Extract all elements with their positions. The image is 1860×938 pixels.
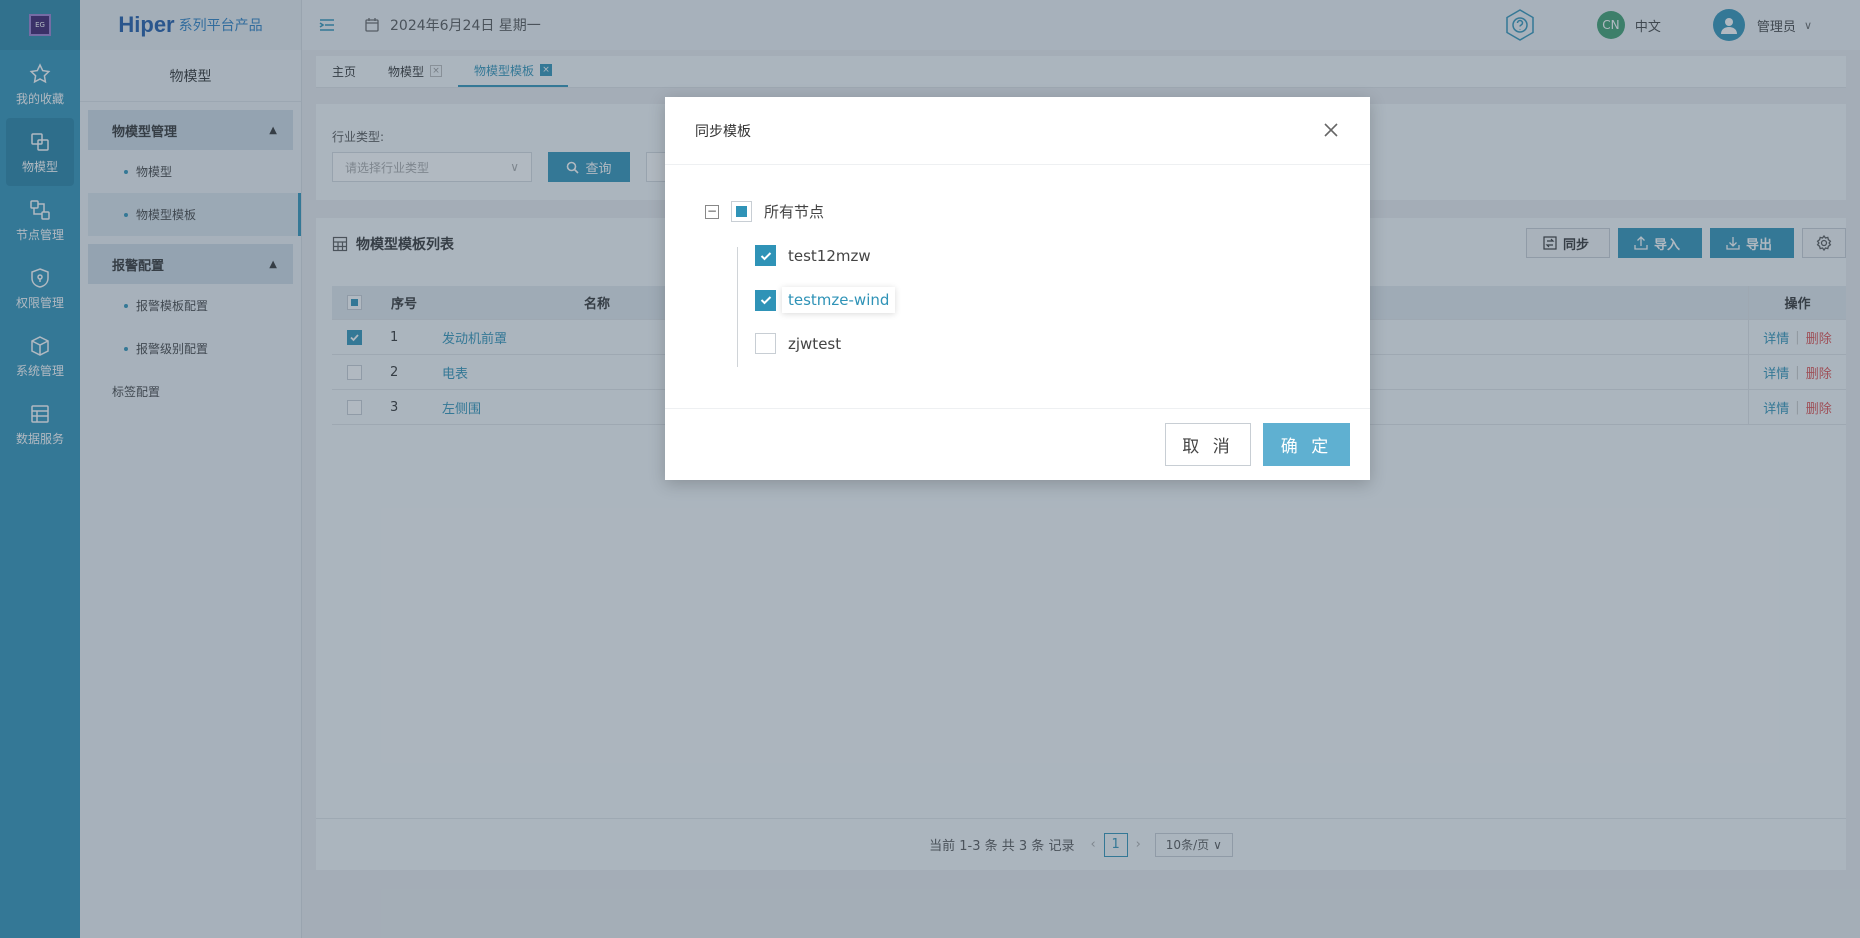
tree-root-label[interactable]: 所有节点 [764,201,824,222]
node-checkbox[interactable] [755,245,776,266]
tree-node: zjwtest [755,333,841,354]
dialog-header: 同步模板 [665,97,1370,165]
node-tree: − 所有节点 test12mzw testmze-wind zjwtest [665,165,1370,409]
sync-template-dialog: 同步模板 − 所有节点 test12mzw testmze-wind zjwte… [665,97,1370,480]
dialog-footer: 取 消 确 定 [665,409,1370,479]
node-checkbox[interactable] [755,289,776,311]
tree-root: − 所有节点 [705,201,824,222]
dialog-title: 同步模板 [695,123,751,140]
check-icon [760,296,771,305]
tree-connector [737,247,738,367]
check-icon [760,251,771,260]
node-checkbox[interactable] [755,333,776,354]
tree-node: test12mzw [755,245,871,266]
cancel-button[interactable]: 取 消 [1165,422,1251,466]
confirm-button[interactable]: 确 定 [1263,422,1350,466]
tree-node: testmze-wind [755,287,896,313]
root-checkbox[interactable] [731,201,752,222]
close-icon[interactable] [1320,119,1342,141]
tree-node-label[interactable]: zjwtest [788,335,841,353]
tree-node-label[interactable]: test12mzw [788,247,871,265]
tree-node-label[interactable]: testmze-wind [782,287,896,313]
collapse-icon[interactable]: − [705,204,719,219]
